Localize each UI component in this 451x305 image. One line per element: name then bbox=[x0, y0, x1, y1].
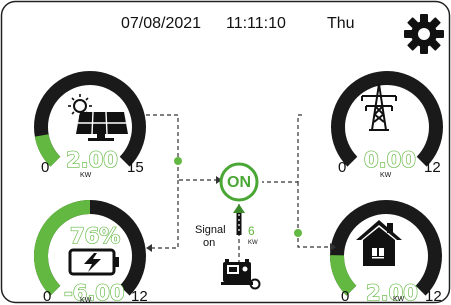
generator-power-value: 6 bbox=[248, 224, 255, 238]
gear-icon[interactable] bbox=[402, 12, 446, 56]
battery-unit: KW bbox=[80, 297, 92, 304]
pv-unit: KW bbox=[80, 172, 92, 179]
load-power-value: 2.00 bbox=[365, 280, 418, 305]
pv-power-value: 2.00 bbox=[65, 147, 118, 172]
pv-scale-min: 0 bbox=[41, 159, 50, 176]
solar-panel-icon bbox=[68, 94, 128, 141]
generator-signal-label: Signal bbox=[195, 224, 226, 236]
pv-flow-line bbox=[146, 114, 179, 160]
battery-soc-percent: 76% bbox=[69, 223, 121, 248]
grid-scale-min: 0 bbox=[338, 159, 347, 176]
load-scale-max: 12 bbox=[425, 288, 442, 305]
header-date: 07/08/2021 bbox=[121, 15, 202, 32]
generator-icon bbox=[221, 259, 261, 290]
battery-scale-max: 12 bbox=[131, 288, 148, 305]
pv-to-inverter-line bbox=[177, 160, 216, 181]
pv-flow-dot bbox=[174, 157, 182, 165]
energy-flow-dashboard: 07/08/2021 11:11:10 Thu 0 15 2.00 KW 0 1… bbox=[0, 0, 451, 305]
inverter-on-label[interactable]: ON bbox=[219, 174, 259, 192]
arrow-left-to-battery bbox=[146, 244, 152, 252]
grid-scale-max: 12 bbox=[424, 159, 441, 176]
header-time: 11:11:10 bbox=[226, 15, 286, 32]
battery-scale-min: 0 bbox=[43, 288, 52, 305]
load-unit: KW bbox=[393, 296, 405, 303]
battery-power-value: -6.00 bbox=[63, 280, 125, 305]
generator-signal-state: on bbox=[203, 237, 216, 249]
generator-unit: KW bbox=[248, 240, 258, 246]
load-scale-min: 0 bbox=[341, 288, 350, 305]
grid-to-inverter-line bbox=[262, 114, 302, 183]
header-day: Thu bbox=[327, 15, 355, 32]
load-flow-dot bbox=[294, 229, 302, 237]
inverter-to-load-line bbox=[297, 182, 330, 248]
battery-charging-icon bbox=[68, 248, 119, 276]
inverter-to-battery-line bbox=[152, 180, 179, 249]
arrow-up-to-inverter bbox=[233, 204, 245, 213]
house-icon bbox=[356, 220, 402, 266]
power-tower-icon bbox=[361, 83, 397, 131]
pv-scale-max: 15 bbox=[127, 159, 144, 176]
grid-power-value: 0.00 bbox=[363, 147, 416, 172]
grid-unit: KW bbox=[380, 172, 392, 179]
